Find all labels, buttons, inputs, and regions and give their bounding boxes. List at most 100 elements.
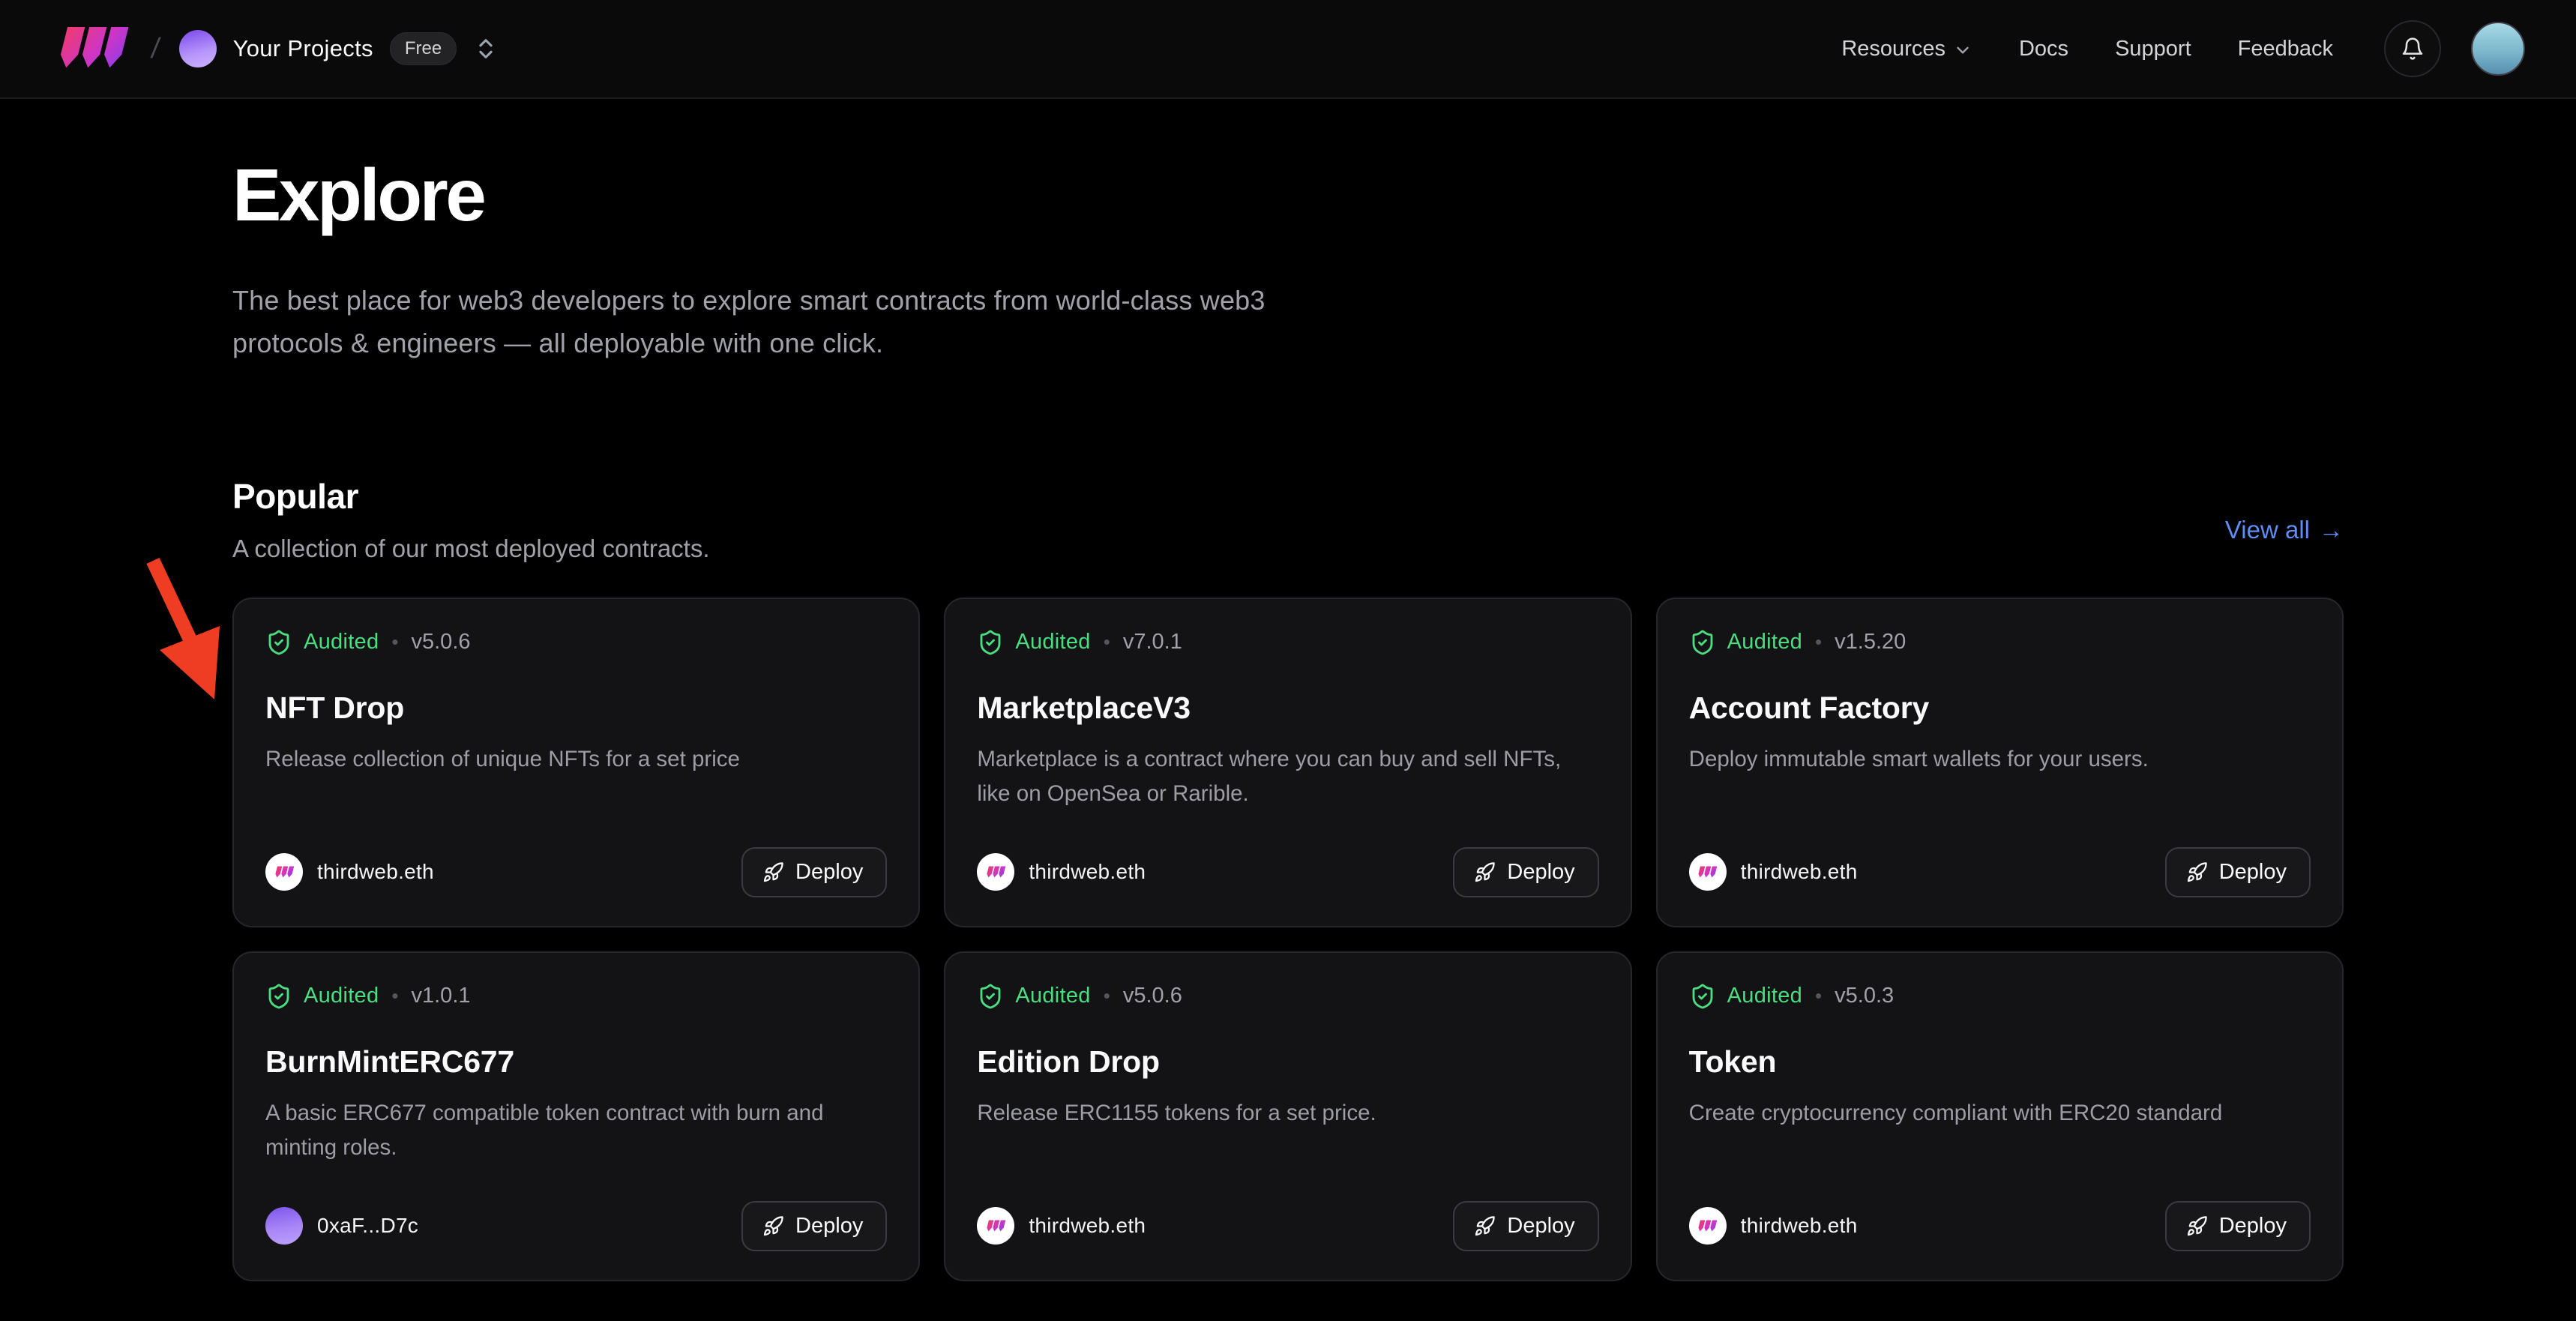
shield-check-icon [977,983,1004,1010]
user-avatar[interactable] [2471,22,2525,76]
annotation-arrow-icon [141,553,235,707]
popular-header-text: Popular A collection of our most deploye… [232,476,710,563]
project-name: Your Projects [233,35,373,62]
contract-card-burnminterc677[interactable]: Audited • v1.0.1 BurnMintERC677 A basic … [232,951,920,1281]
hero-section: Explore The best place for web3 develope… [232,99,2344,365]
deploy-label: Deploy [2219,1214,2287,1239]
deploy-button[interactable]: Deploy [741,847,887,897]
contract-version: v1.0.1 [412,984,471,1008]
contract-title: Account Factory [1689,690,2311,726]
dot-separator: • [1815,984,1822,1008]
audited-badge: Audited [1015,630,1090,655]
arrow-right-icon: → [2319,516,2344,544]
card-footer: thirdweb.eth Deploy [1689,847,2311,897]
shield-check-icon [977,629,1004,656]
shield-check-icon [1689,629,1716,656]
contract-description: A basic ERC677 compatible token contract… [265,1096,862,1165]
popular-section-header: Popular A collection of our most deploye… [232,476,2344,563]
contract-description: Deploy immutable smart wallets for your … [1689,742,2286,777]
dot-separator: • [1104,984,1110,1008]
deploy-button[interactable]: Deploy [1453,1201,1598,1251]
card-footer: thirdweb.eth Deploy [977,847,1598,897]
dot-separator: • [391,984,398,1008]
project-switcher[interactable]: Your Projects Free [179,30,499,67]
contract-card-account-factory[interactable]: Audited • v1.5.20 Account Factory Deploy… [1656,598,2344,927]
project-avatar [179,30,217,67]
nav-link-resources[interactable]: Resources [1841,37,1972,61]
deploy-button[interactable]: Deploy [741,1201,887,1251]
popular-subtitle: A collection of our most deployed contra… [232,535,710,563]
nav-link-label: Support [2115,37,2191,61]
page-title: Explore [232,153,2344,238]
publisher-link[interactable]: 0xaF...D7c [265,1207,418,1245]
nav-link-support[interactable]: Support [2115,37,2191,61]
deploy-label: Deploy [2219,860,2287,885]
dot-separator: • [1104,631,1110,654]
rocket-icon [2186,861,2208,883]
nav-link-feedback[interactable]: Feedback [2238,37,2333,61]
shield-check-icon [1689,983,1716,1010]
shield-check-icon [265,983,292,1010]
contract-version: v5.0.6 [1123,984,1182,1008]
view-all-link[interactable]: View all → [2225,516,2344,544]
contract-title: MarketplaceV3 [977,690,1598,726]
plan-badge: Free [390,32,457,65]
audited-badge: Audited [1727,630,1802,655]
page-subtitle: The best place for web3 developers to ex… [232,280,1364,365]
chevron-down-icon [1953,40,1972,60]
card-footer: 0xaF...D7c Deploy [265,1201,887,1251]
contract-description: Create cryptocurrency compliant with ERC… [1689,1096,2286,1131]
publisher-link[interactable]: thirdweb.eth [265,853,434,891]
nav-link-docs[interactable]: Docs [2019,37,2068,61]
deploy-label: Deploy [1507,860,1574,885]
deploy-button[interactable]: Deploy [1453,847,1598,897]
navbar-right: Resources Docs Support Feedback [1841,20,2525,77]
publisher-link[interactable]: thirdweb.eth [977,853,1146,891]
audit-row: Audited • v5.0.6 [265,629,887,656]
publisher-link[interactable]: thirdweb.eth [977,1207,1146,1245]
rocket-icon [1474,861,1496,883]
contract-card-token[interactable]: Audited • v5.0.3 Token Create cryptocurr… [1656,951,2344,1281]
contract-description: Release collection of unique NFTs for a … [265,742,862,777]
audited-badge: Audited [304,630,379,655]
publisher-avatar [977,853,1014,891]
contract-version: v5.0.3 [1835,984,1894,1008]
publisher-link[interactable]: thirdweb.eth [1689,853,1858,891]
dot-separator: • [1815,631,1822,654]
rocket-icon [2186,1215,2208,1237]
audited-badge: Audited [1727,984,1802,1008]
contract-card-edition-drop[interactable]: Audited • v5.0.6 Edition Drop Release ER… [944,951,1631,1281]
dot-separator: • [391,631,398,654]
page-root: { "nav": { "breadcrumb_separator": "/", … [0,0,2576,1321]
contract-description: Release ERC1155 tokens for a set price. [977,1096,1574,1131]
thirdweb-logo-icon[interactable] [55,25,132,72]
contract-card-marketplacev3[interactable]: Audited • v7.0.1 MarketplaceV3 Marketpla… [944,598,1631,927]
chevrons-up-down-icon[interactable] [473,36,499,61]
notifications-button[interactable] [2384,20,2441,77]
audit-row: Audited • v7.0.1 [977,629,1598,656]
nav-link-label: Feedback [2238,37,2333,61]
deploy-button[interactable]: Deploy [2165,847,2311,897]
contract-title: Edition Drop [977,1044,1598,1080]
rocket-icon [1474,1215,1496,1237]
publisher-avatar [265,853,303,891]
publisher-link[interactable]: thirdweb.eth [1689,1207,1858,1245]
deploy-button[interactable]: Deploy [2165,1201,2311,1251]
contract-card-nft-drop[interactable]: Audited • v5.0.6 NFT Drop Release collec… [232,598,920,927]
card-footer: thirdweb.eth Deploy [265,847,887,897]
publisher-avatar [977,1207,1014,1245]
nav-link-label: Docs [2019,37,2068,61]
bell-icon [2401,37,2425,61]
contract-title: Token [1689,1044,2311,1080]
audited-badge: Audited [1015,984,1090,1008]
publisher-avatar [1689,853,1727,891]
audit-row: Audited • v1.0.1 [265,983,887,1010]
deploy-label: Deploy [795,1214,863,1239]
shield-check-icon [265,629,292,656]
breadcrumb-separator: / [149,33,162,65]
contract-version: v7.0.1 [1123,630,1182,655]
publisher-name: thirdweb.eth [1029,860,1146,884]
contracts-grid: Audited • v5.0.6 NFT Drop Release collec… [232,598,2344,1281]
nav-link-label: Resources [1841,37,1945,61]
contract-version: v1.5.20 [1835,630,1906,655]
